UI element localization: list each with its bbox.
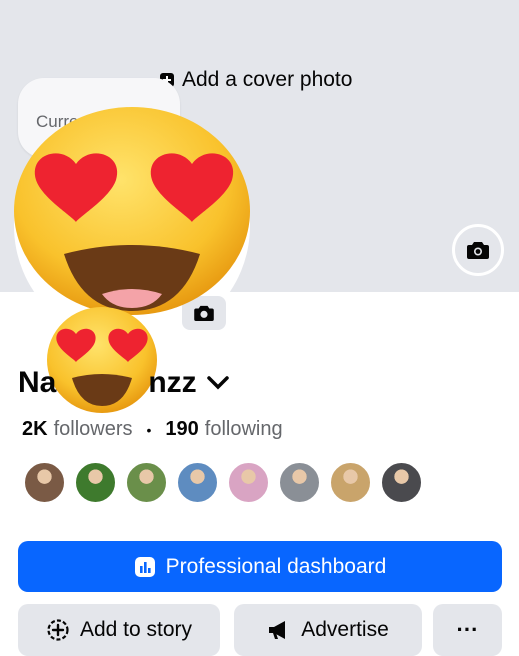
friend-avatar[interactable] xyxy=(125,461,168,504)
followers-label[interactable]: followers xyxy=(54,418,133,441)
friend-avatar[interactable] xyxy=(23,461,66,504)
edit-cover-button[interactable] xyxy=(452,224,504,276)
profile-name-end: nzz xyxy=(148,366,197,399)
chevron-down-icon[interactable] xyxy=(206,376,229,390)
megaphone-icon xyxy=(269,621,286,639)
friends-avatars[interactable] xyxy=(23,461,431,504)
add-to-story-button[interactable]: Add to story xyxy=(18,604,220,656)
heart-eyes-emoji xyxy=(14,107,250,315)
friend-avatar[interactable] xyxy=(380,461,423,504)
friend-avatar[interactable] xyxy=(74,461,117,504)
camera-icon xyxy=(467,242,489,259)
more-icon: ··· xyxy=(456,617,479,642)
friend-avatar[interactable] xyxy=(278,461,321,504)
follow-stats: 2K followers • 190 following xyxy=(22,418,283,441)
separator-dot: • xyxy=(146,421,152,438)
friend-avatar[interactable] xyxy=(176,461,219,504)
profile-name[interactable]: Na nzz xyxy=(18,366,229,400)
friend-avatar[interactable] xyxy=(227,461,270,504)
following-count[interactable]: 190 xyxy=(165,418,198,441)
profile-name-start: Na xyxy=(18,366,57,399)
add-cover-photo-button[interactable]: Add a cover photo xyxy=(160,68,352,92)
followers-count[interactable]: 2K xyxy=(22,418,48,441)
more-options-button[interactable]: ··· xyxy=(433,604,502,656)
add-cover-label: Add a cover photo xyxy=(182,68,353,91)
dashboard-label: Professional dashboard xyxy=(165,554,387,578)
friend-avatar[interactable] xyxy=(329,461,372,504)
add-story-icon xyxy=(47,619,69,641)
add-story-label: Add to story xyxy=(79,618,193,641)
advertise-label: Advertise xyxy=(301,618,389,641)
following-label[interactable]: following xyxy=(205,418,283,441)
advertise-button[interactable]: Advertise xyxy=(234,604,422,656)
dashboard-icon xyxy=(134,556,155,577)
professional-dashboard-button[interactable]: Professional dashboard xyxy=(18,541,502,592)
